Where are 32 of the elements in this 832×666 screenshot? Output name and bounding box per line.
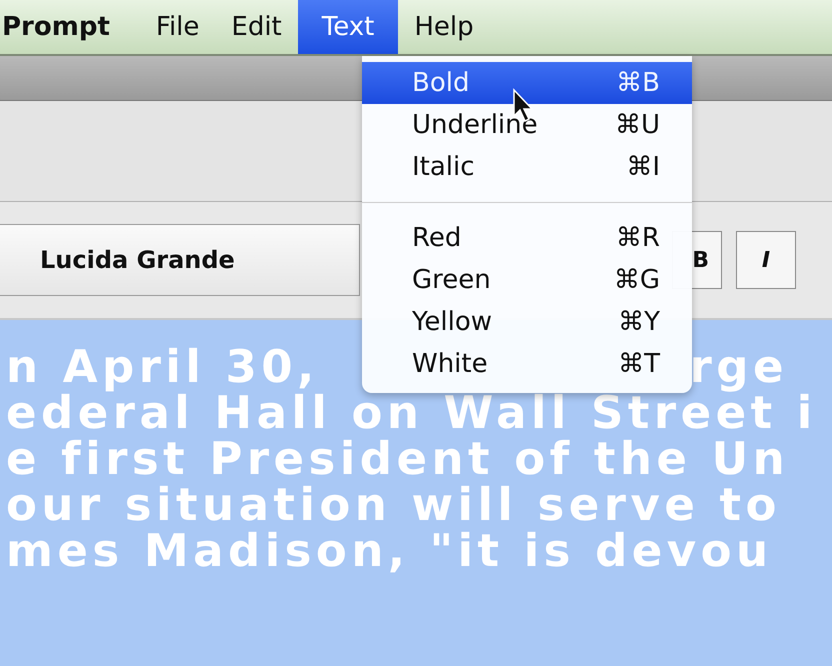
menu-item[interactable]: Bold ⌘B — [362, 62, 692, 104]
text-line: ederal Hall on Wall Street i — [6, 390, 817, 436]
menu-title[interactable]: Help — [398, 0, 490, 54]
text-line: our situation will serve to — [6, 482, 781, 528]
text-line: mes Madison, "it is devou — [6, 528, 773, 574]
text-line: e first President of the Un — [6, 436, 790, 482]
menu-item-label: White — [412, 349, 488, 379]
menu-title[interactable]: Text — [298, 0, 398, 54]
shortcut-label: ⌘T — [618, 349, 660, 379]
shortcut-label: ⌘Y — [618, 307, 660, 337]
menu-item-label: Yellow — [412, 307, 492, 337]
menu-item-label: Green — [412, 265, 491, 295]
menu-item-label: Bold — [412, 68, 470, 98]
menu-item[interactable]: White ⌘T — [362, 343, 692, 385]
text-line: rge — [690, 344, 789, 390]
font-popup[interactable]: Lucida Grande — [0, 224, 360, 296]
menu-title[interactable]: Edit — [215, 0, 298, 54]
shortcut-label: ⌘G — [614, 265, 660, 295]
shortcut-label: ⌘U — [614, 110, 660, 140]
menu-item[interactable]: Italic ⌘I — [362, 146, 692, 188]
menu-item[interactable]: Underline ⌘U — [362, 104, 692, 146]
menu-item[interactable]: Yellow ⌘Y — [362, 301, 692, 343]
menu-title[interactable]: File — [140, 0, 216, 54]
menu-item-label: Underline — [412, 110, 538, 140]
shortcut-label: ⌘R — [616, 223, 660, 253]
shortcut-label: ⌘I — [626, 152, 660, 182]
text-line: n April 30, — [6, 344, 319, 390]
shortcut-label: ⌘B — [616, 68, 660, 98]
menu-item-label: Red — [412, 223, 462, 253]
app-name[interactable]: Prompt — [0, 0, 140, 54]
style-button[interactable]: I — [736, 231, 796, 289]
menu-item-label: Italic — [412, 152, 475, 182]
